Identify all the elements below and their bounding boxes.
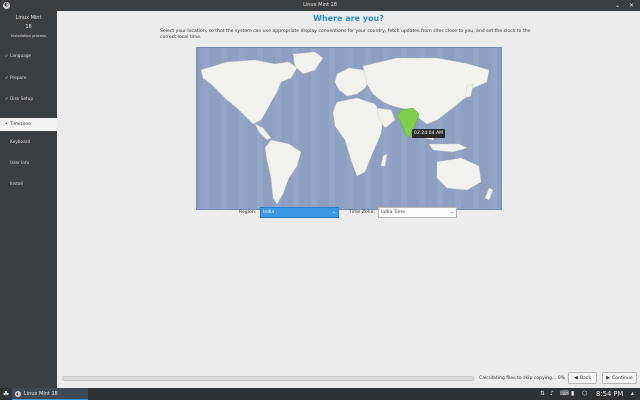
app-logo-icon: ◐	[15, 391, 21, 397]
sidebar-item-user-info: User Info	[0, 157, 57, 170]
check-icon: ✓	[5, 76, 9, 81]
check-icon: ✓	[5, 54, 9, 59]
current-step-icon: •	[5, 122, 8, 127]
taskbar-task-installer[interactable]: ◐ Linux Mint 18	[12, 388, 88, 400]
timezone-map[interactable]: 02:24:04 AM	[196, 47, 502, 210]
keyboard-icon[interactable]: ⌨	[560, 388, 569, 400]
sidebar-item-label: Install	[10, 182, 23, 187]
sidebar-item-label: Prepare	[10, 76, 27, 81]
continue-button[interactable]: ▶ Continue	[602, 372, 637, 384]
window-titlebar[interactable]: ◐ Linux Mint 18 ⌄ ✕	[0, 0, 640, 11]
network-icon[interactable]: ⇅	[540, 388, 545, 400]
taskbar: ☘ ◐ Linux Mint 18 ⇅ ♪ ⌨ ▮ ⬡ 8:54 PM ▴	[0, 388, 640, 400]
sidebar-item-language: ✓ Language	[0, 50, 57, 63]
sidebar-title: Linux Mint	[15, 15, 42, 21]
region-select[interactable]: India ⌄	[260, 207, 339, 218]
window-title: Linux Mint 18	[303, 2, 337, 8]
updates-icon[interactable]: ⬡	[582, 388, 587, 400]
clock[interactable]: 8:54 PM	[596, 388, 623, 400]
region-label: Region:	[239, 210, 257, 215]
check-icon: ✓	[5, 97, 9, 102]
minimize-button[interactable]: ⌄	[613, 1, 622, 10]
page-description: Select your location, so that the system…	[160, 29, 531, 41]
start-menu-icon[interactable]: ☘	[2, 390, 10, 398]
sidebar-item-label: Keyboard	[10, 140, 31, 145]
region-select-value: India	[263, 210, 275, 215]
close-button[interactable]: ✕	[627, 1, 636, 10]
battery-icon[interactable]: ▮	[571, 388, 574, 400]
sidebar-version: 18	[25, 24, 32, 30]
sidebar-item-keyboard: Keyboard	[0, 136, 57, 149]
local-time-tooltip: 02:24:04 AM	[412, 129, 445, 138]
app-logo-icon: ◐	[3, 2, 10, 9]
forward-arrow-icon: ▶	[606, 375, 611, 381]
install-progress-bar	[62, 376, 474, 381]
sidebar-item-timezone: • Timezone	[0, 118, 57, 131]
sidebar-item-label: Disk Setup	[10, 97, 34, 102]
installer-sidebar: Linux Mint 18 Installation process ✓ Lan…	[0, 11, 57, 388]
timezone-select-value: India Time	[381, 210, 405, 215]
timezone-label: Time Zone:	[349, 210, 375, 215]
sidebar-item-prepare: ✓ Prepare	[0, 72, 57, 85]
sidebar-item-label: User Info	[10, 161, 30, 166]
volume-icon[interactable]: ♪	[550, 388, 554, 400]
sidebar-item-label: Timezone	[10, 122, 31, 127]
sidebar-item-disk-setup: ✓ Disk Setup	[0, 93, 57, 106]
sidebar-item-label: Language	[10, 54, 32, 59]
back-button[interactable]: ◀ Back	[568, 372, 597, 384]
chevron-down-icon: ⌄	[331, 209, 336, 215]
show-more-icon[interactable]: ▴	[631, 388, 634, 400]
taskbar-task-label: Linux Mint 18	[24, 391, 58, 397]
main-panel: Where are you? Select your location, so …	[57, 11, 640, 388]
timezone-select[interactable]: India Time ⌄	[378, 207, 457, 218]
sidebar-subtitle: Installation process	[11, 34, 46, 38]
page-title: Where are you?	[313, 14, 384, 23]
chevron-down-icon: ⌄	[449, 209, 454, 215]
sidebar-item-install: Install	[0, 178, 57, 191]
back-arrow-icon: ◀	[573, 375, 578, 381]
progress-status: Calculating files to skip copying... 0%	[479, 376, 566, 381]
world-map-graphic	[200, 48, 497, 209]
